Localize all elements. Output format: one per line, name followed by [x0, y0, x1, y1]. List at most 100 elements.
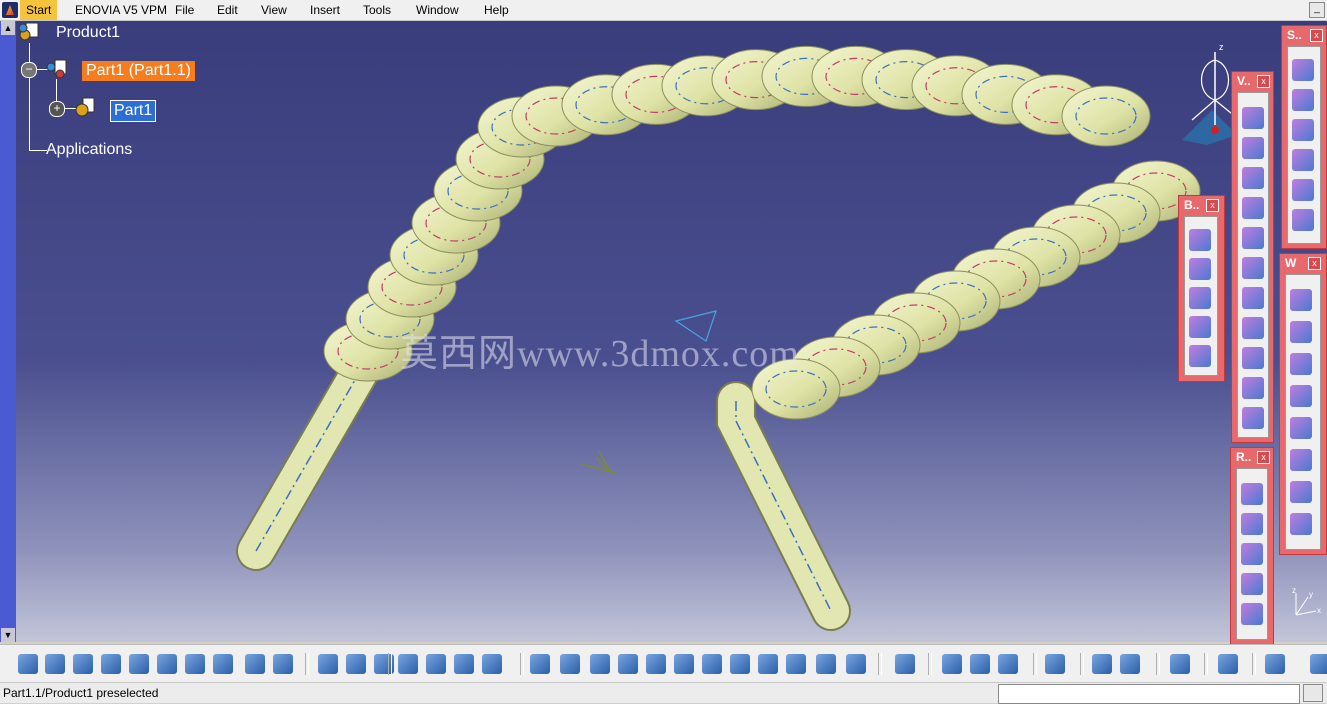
toolbar-icon[interactable] — [1045, 654, 1065, 674]
boolean-panel-close-button[interactable]: x — [1206, 199, 1219, 212]
panel-tool-icon[interactable] — [1242, 137, 1264, 159]
toolbar-icon[interactable] — [482, 654, 502, 674]
panel-tool-icon[interactable] — [1189, 229, 1211, 251]
toolbar-icon[interactable] — [454, 654, 474, 674]
toolbar-icon[interactable] — [101, 654, 121, 674]
menu-file[interactable]: File — [175, 3, 194, 17]
toolbar-icon[interactable] — [530, 654, 550, 674]
toolbar-icon[interactable] — [942, 654, 962, 674]
vertical-scrollbar[interactable]: ▲ ▼ — [0, 21, 16, 642]
panel-tool-icon[interactable] — [1242, 197, 1264, 219]
collapse-node-icon[interactable]: − — [21, 62, 37, 78]
panel-tool-icon[interactable] — [1242, 167, 1264, 189]
panel-tool-icon[interactable] — [1290, 289, 1312, 311]
toolbar-icon[interactable] — [560, 654, 580, 674]
panel-tool-icon[interactable] — [1292, 209, 1314, 231]
toolbar-icon[interactable] — [846, 654, 866, 674]
menu-enovia[interactable]: ENOVIA V5 VPM — [75, 3, 167, 17]
panel-tool-icon[interactable] — [1290, 353, 1312, 375]
tree-node-product1[interactable]: Product1 — [56, 24, 120, 42]
toolbar-icon[interactable] — [1218, 654, 1238, 674]
panel-tool-icon[interactable] — [1241, 603, 1263, 625]
toolbar-icon[interactable] — [185, 654, 205, 674]
menu-view[interactable]: View — [261, 3, 287, 17]
scroll-up-arrow-icon[interactable]: ▲ — [1, 21, 15, 35]
toolbar-icon[interactable] — [646, 654, 666, 674]
toolbar-icon[interactable] — [1092, 654, 1112, 674]
panel-tool-icon[interactable] — [1241, 543, 1263, 565]
toolbar-icon[interactable] — [245, 654, 265, 674]
toolbar-icon[interactable] — [1120, 654, 1140, 674]
views-toolbar-panel[interactable]: V.. x — [1231, 71, 1274, 443]
toolbar-icon[interactable] — [73, 654, 93, 674]
toolbar-icon[interactable] — [1170, 654, 1190, 674]
tree-node-part1[interactable]: Part1 — [110, 100, 157, 122]
toolbar-icon[interactable] — [346, 654, 366, 674]
menu-tools[interactable]: Tools — [363, 3, 391, 17]
expand-node-icon[interactable]: + — [49, 101, 65, 117]
menu-insert[interactable]: Insert — [310, 3, 340, 17]
panel-tool-icon[interactable] — [1189, 316, 1211, 338]
menu-window[interactable]: Window — [416, 3, 459, 17]
sketch-toolbar-panel[interactable]: S.. x — [1281, 25, 1327, 249]
toolbar-icon[interactable] — [786, 654, 806, 674]
replication-toolbar-panel[interactable]: R.. x — [1230, 447, 1274, 645]
toolbar-icon[interactable] — [398, 654, 418, 674]
panel-tool-icon[interactable] — [1242, 107, 1264, 129]
panel-tool-icon[interactable] — [1242, 257, 1264, 279]
toolbar-icon[interactable] — [590, 654, 610, 674]
tree-node-part-instance[interactable]: Part1 (Part1.1) — [82, 61, 195, 81]
panel-tool-icon[interactable] — [1241, 483, 1263, 505]
toolbar-icon[interactable] — [318, 654, 338, 674]
toolbar-icon[interactable] — [273, 654, 293, 674]
panel-tool-icon[interactable] — [1292, 59, 1314, 81]
toolbar-icon[interactable] — [702, 654, 722, 674]
toolbar-icon[interactable] — [730, 654, 750, 674]
panel-tool-icon[interactable] — [1242, 287, 1264, 309]
panel-tool-icon[interactable] — [1290, 513, 1312, 535]
toolbar-icon[interactable] — [45, 654, 65, 674]
panel-tool-icon[interactable] — [1292, 149, 1314, 171]
panel-tool-icon[interactable] — [1292, 179, 1314, 201]
power-input-button[interactable] — [1303, 684, 1323, 702]
panel-tool-icon[interactable] — [1189, 287, 1211, 309]
minimize-button[interactable]: _ — [1309, 2, 1325, 18]
panel-tool-icon[interactable] — [1290, 449, 1312, 471]
panel-tool-icon[interactable] — [1290, 321, 1312, 343]
replication-panel-close-button[interactable]: x — [1257, 451, 1270, 464]
toolbar-icon[interactable] — [1265, 654, 1285, 674]
toolbar-icon[interactable] — [758, 654, 778, 674]
toolbar-icon[interactable] — [895, 654, 915, 674]
part-icon[interactable] — [74, 97, 96, 117]
wireframe-panel-close-button[interactable]: x — [1308, 257, 1321, 270]
panel-tool-icon[interactable] — [1292, 119, 1314, 141]
tree-node-applications[interactable]: Applications — [46, 141, 132, 159]
power-input-field[interactable] — [998, 684, 1300, 704]
panel-tool-icon[interactable] — [1242, 377, 1264, 399]
toolbar-icon[interactable] — [998, 654, 1018, 674]
product-icon[interactable] — [18, 22, 40, 42]
menu-help[interactable]: Help — [484, 3, 509, 17]
wireframe-toolbar-panel[interactable]: W x — [1279, 253, 1327, 555]
panel-tool-icon[interactable] — [1290, 417, 1312, 439]
panel-tool-icon[interactable] — [1290, 385, 1312, 407]
toolbar-icon[interactable] — [970, 654, 990, 674]
panel-tool-icon[interactable] — [1242, 227, 1264, 249]
views-panel-close-button[interactable]: x — [1257, 75, 1270, 88]
catia-logo-icon[interactable] — [2, 2, 18, 18]
panel-tool-icon[interactable] — [1242, 407, 1264, 429]
toolbar-icon[interactable] — [157, 654, 177, 674]
boolean-toolbar-panel[interactable]: B.. x — [1178, 195, 1225, 382]
panel-tool-icon[interactable] — [1241, 573, 1263, 595]
menu-edit[interactable]: Edit — [217, 3, 238, 17]
toolbar-icon[interactable] — [816, 654, 836, 674]
toolbar-icon[interactable] — [129, 654, 149, 674]
toolbar-icon[interactable] — [618, 654, 638, 674]
toolbar-icon[interactable] — [213, 654, 233, 674]
part-instance-icon[interactable] — [46, 59, 68, 79]
panel-tool-icon[interactable] — [1242, 347, 1264, 369]
panel-tool-icon[interactable] — [1242, 317, 1264, 339]
toolbar-icon[interactable] — [18, 654, 38, 674]
panel-tool-icon[interactable] — [1292, 89, 1314, 111]
panel-tool-icon[interactable] — [1290, 481, 1312, 503]
